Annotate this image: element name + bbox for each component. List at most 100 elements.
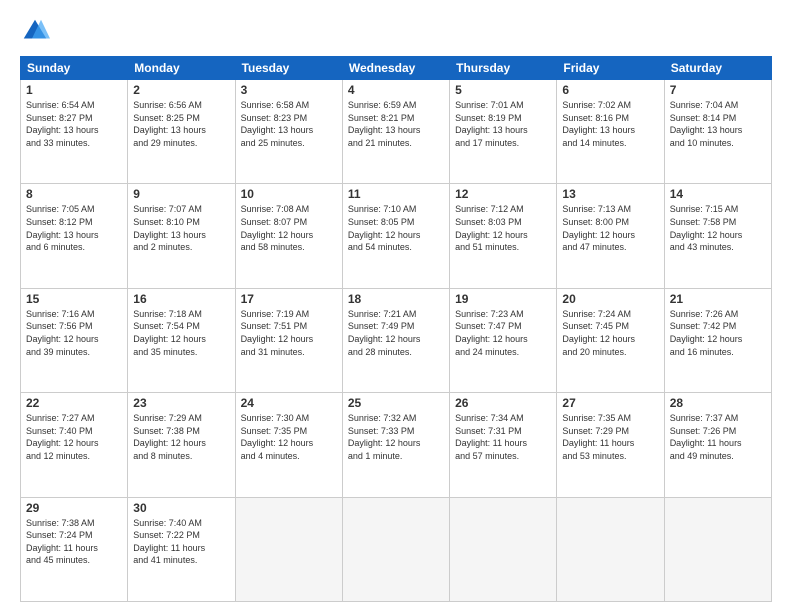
day-info: Sunrise: 7:34 AM Sunset: 7:31 PM Dayligh…: [455, 412, 551, 462]
day-info: Sunrise: 7:15 AM Sunset: 7:58 PM Dayligh…: [670, 203, 766, 253]
day-number: 3: [241, 83, 337, 97]
day-info: Sunrise: 7:05 AM Sunset: 8:12 PM Dayligh…: [26, 203, 122, 253]
calendar-cell: 12 Sunrise: 7:12 AM Sunset: 8:03 PM Dayli…: [450, 184, 557, 288]
day-info: Sunrise: 7:04 AM Sunset: 8:14 PM Dayligh…: [670, 99, 766, 149]
day-info: Sunrise: 6:54 AM Sunset: 8:27 PM Dayligh…: [26, 99, 122, 149]
calendar-cell: 11 Sunrise: 7:10 AM Sunset: 8:05 PM Dayli…: [342, 184, 449, 288]
day-info: Sunrise: 7:21 AM Sunset: 7:49 PM Dayligh…: [348, 308, 444, 358]
day-number: 19: [455, 292, 551, 306]
day-info: Sunrise: 7:01 AM Sunset: 8:19 PM Dayligh…: [455, 99, 551, 149]
col-header-saturday: Saturday: [664, 57, 771, 80]
calendar-cell: 18 Sunrise: 7:21 AM Sunset: 7:49 PM Dayli…: [342, 288, 449, 392]
calendar-cell: 27 Sunrise: 7:35 AM Sunset: 7:29 PM Dayli…: [557, 393, 664, 497]
header: [20, 16, 772, 46]
calendar-cell: 17 Sunrise: 7:19 AM Sunset: 7:51 PM Dayli…: [235, 288, 342, 392]
day-number: 2: [133, 83, 229, 97]
day-info: Sunrise: 7:07 AM Sunset: 8:10 PM Dayligh…: [133, 203, 229, 253]
day-info: Sunrise: 6:56 AM Sunset: 8:25 PM Dayligh…: [133, 99, 229, 149]
day-info: Sunrise: 7:24 AM Sunset: 7:45 PM Dayligh…: [562, 308, 658, 358]
day-number: 21: [670, 292, 766, 306]
day-number: 28: [670, 396, 766, 410]
calendar-cell: 21Sunrise: 7:26 AM Sunset: 7:42 PM Dayli…: [664, 288, 771, 392]
col-header-friday: Friday: [557, 57, 664, 80]
calendar-cell: 10Sunrise: 7:08 AM Sunset: 8:07 PM Dayli…: [235, 184, 342, 288]
day-info: Sunrise: 7:23 AM Sunset: 7:47 PM Dayligh…: [455, 308, 551, 358]
day-number: 25: [348, 396, 444, 410]
calendar-cell: 3 Sunrise: 6:58 AM Sunset: 8:23 PM Daylig…: [235, 80, 342, 184]
day-number: 11: [348, 187, 444, 201]
day-number: 9: [133, 187, 229, 201]
calendar-cell: [664, 497, 771, 601]
calendar-cell: 13 Sunrise: 7:13 AM Sunset: 8:00 PM Dayli…: [557, 184, 664, 288]
calendar-cell: 1 Sunrise: 6:54 AM Sunset: 8:27 PM Daylig…: [21, 80, 128, 184]
day-number: 20: [562, 292, 658, 306]
day-info: Sunrise: 6:58 AM Sunset: 8:23 PM Dayligh…: [241, 99, 337, 149]
calendar-cell: 22 Sunrise: 7:27 AM Sunset: 7:40 PM Dayli…: [21, 393, 128, 497]
day-info: Sunrise: 7:18 AM Sunset: 7:54 PM Dayligh…: [133, 308, 229, 358]
day-info: Sunrise: 7:08 AM Sunset: 8:07 PM Dayligh…: [241, 203, 337, 253]
logo: [20, 16, 54, 46]
day-info: Sunrise: 7:19 AM Sunset: 7:51 PM Dayligh…: [241, 308, 337, 358]
calendar-cell: [450, 497, 557, 601]
calendar-cell: [235, 497, 342, 601]
day-number: 24: [241, 396, 337, 410]
day-number: 6: [562, 83, 658, 97]
day-number: 17: [241, 292, 337, 306]
calendar-cell: 9 Sunrise: 7:07 AM Sunset: 8:10 PM Daylig…: [128, 184, 235, 288]
calendar-cell: 5 Sunrise: 7:01 AM Sunset: 8:19 PM Daylig…: [450, 80, 557, 184]
day-info: Sunrise: 7:35 AM Sunset: 7:29 PM Dayligh…: [562, 412, 658, 462]
day-number: 29: [26, 501, 122, 515]
day-number: 4: [348, 83, 444, 97]
day-number: 22: [26, 396, 122, 410]
day-info: Sunrise: 7:02 AM Sunset: 8:16 PM Dayligh…: [562, 99, 658, 149]
day-number: 30: [133, 501, 229, 515]
day-info: Sunrise: 7:13 AM Sunset: 8:00 PM Dayligh…: [562, 203, 658, 253]
day-number: 26: [455, 396, 551, 410]
calendar-cell: 26 Sunrise: 7:34 AM Sunset: 7:31 PM Dayli…: [450, 393, 557, 497]
day-number: 5: [455, 83, 551, 97]
day-info: Sunrise: 7:29 AM Sunset: 7:38 PM Dayligh…: [133, 412, 229, 462]
calendar-cell: 2 Sunrise: 6:56 AM Sunset: 8:25 PM Daylig…: [128, 80, 235, 184]
day-info: Sunrise: 7:30 AM Sunset: 7:35 PM Dayligh…: [241, 412, 337, 462]
col-header-monday: Monday: [128, 57, 235, 80]
calendar-cell: [342, 497, 449, 601]
day-info: Sunrise: 7:10 AM Sunset: 8:05 PM Dayligh…: [348, 203, 444, 253]
calendar-cell: 15Sunrise: 7:16 AM Sunset: 7:56 PM Dayli…: [21, 288, 128, 392]
day-info: Sunrise: 7:27 AM Sunset: 7:40 PM Dayligh…: [26, 412, 122, 462]
day-info: Sunrise: 7:37 AM Sunset: 7:26 PM Dayligh…: [670, 412, 766, 462]
day-number: 7: [670, 83, 766, 97]
col-header-thursday: Thursday: [450, 57, 557, 80]
day-number: 27: [562, 396, 658, 410]
col-header-wednesday: Wednesday: [342, 57, 449, 80]
day-info: Sunrise: 6:59 AM Sunset: 8:21 PM Dayligh…: [348, 99, 444, 149]
calendar-cell: 16 Sunrise: 7:18 AM Sunset: 7:54 PM Dayli…: [128, 288, 235, 392]
calendar-cell: 14 Sunrise: 7:15 AM Sunset: 7:58 PM Dayli…: [664, 184, 771, 288]
day-number: 8: [26, 187, 122, 201]
day-info: Sunrise: 7:12 AM Sunset: 8:03 PM Dayligh…: [455, 203, 551, 253]
calendar-cell: 24 Sunrise: 7:30 AM Sunset: 7:35 PM Dayli…: [235, 393, 342, 497]
day-info: Sunrise: 7:32 AM Sunset: 7:33 PM Dayligh…: [348, 412, 444, 462]
day-number: 23: [133, 396, 229, 410]
day-number: 16: [133, 292, 229, 306]
day-number: 1: [26, 83, 122, 97]
day-info: Sunrise: 7:16 AM Sunset: 7:56 PM Dayligh…: [26, 308, 122, 358]
day-number: 12: [455, 187, 551, 201]
calendar-cell: 30 Sunrise: 7:40 AM Sunset: 7:22 PM Dayli…: [128, 497, 235, 601]
day-number: 14: [670, 187, 766, 201]
calendar-cell: 4 Sunrise: 6:59 AM Sunset: 8:21 PM Daylig…: [342, 80, 449, 184]
day-info: Sunrise: 7:40 AM Sunset: 7:22 PM Dayligh…: [133, 517, 229, 567]
calendar-cell: 29 Sunrise: 7:38 AM Sunset: 7:24 PM Dayli…: [21, 497, 128, 601]
calendar: SundayMondayTuesdayWednesdayThursdayFrid…: [20, 56, 772, 602]
calendar-cell: 7 Sunrise: 7:04 AM Sunset: 8:14 PM Daylig…: [664, 80, 771, 184]
day-info: Sunrise: 7:38 AM Sunset: 7:24 PM Dayligh…: [26, 517, 122, 567]
calendar-cell: 20 Sunrise: 7:24 AM Sunset: 7:45 PM Dayli…: [557, 288, 664, 392]
calendar-cell: 25 Sunrise: 7:32 AM Sunset: 7:33 PM Dayli…: [342, 393, 449, 497]
col-header-sunday: Sunday: [21, 57, 128, 80]
col-header-tuesday: Tuesday: [235, 57, 342, 80]
day-number: 13: [562, 187, 658, 201]
calendar-cell: 23 Sunrise: 7:29 AM Sunset: 7:38 PM Dayli…: [128, 393, 235, 497]
calendar-cell: 6 Sunrise: 7:02 AM Sunset: 8:16 PM Daylig…: [557, 80, 664, 184]
calendar-cell: 19 Sunrise: 7:23 AM Sunset: 7:47 PM Dayli…: [450, 288, 557, 392]
day-number: 18: [348, 292, 444, 306]
calendar-cell: 8 Sunrise: 7:05 AM Sunset: 8:12 PM Daylig…: [21, 184, 128, 288]
